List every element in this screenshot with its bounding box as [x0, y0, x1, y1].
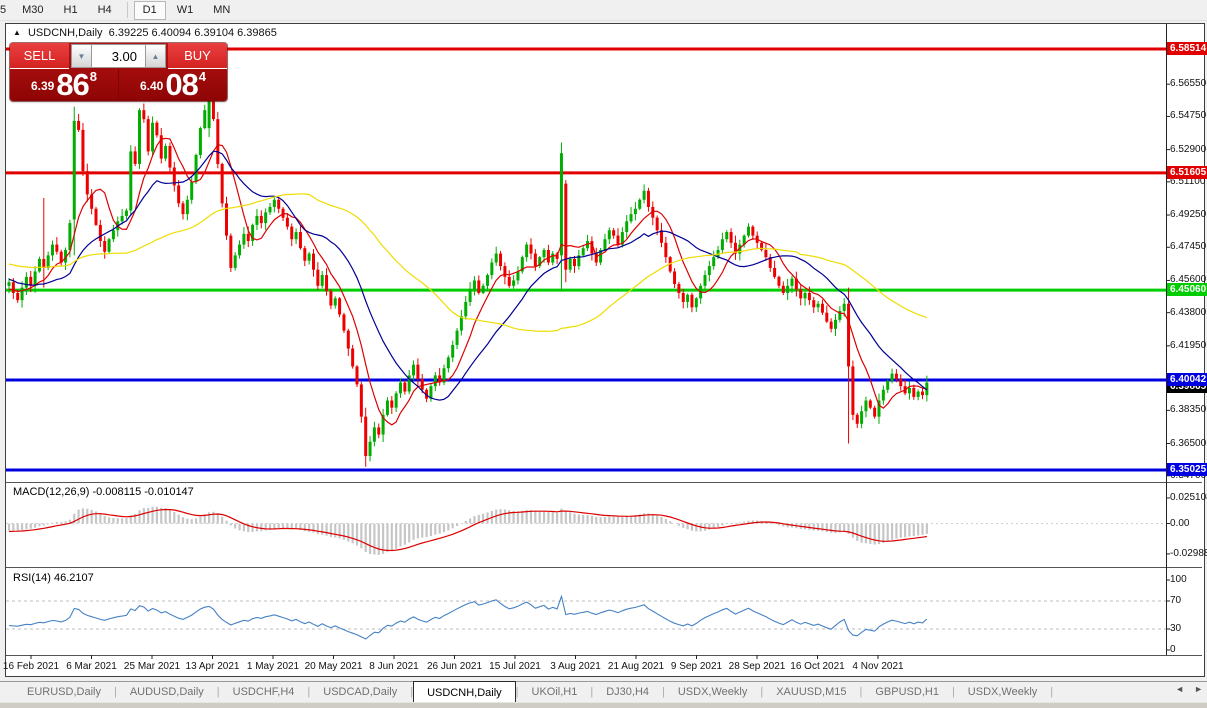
buy-button[interactable]: BUY [168, 43, 227, 69]
price-tick-label: 6.49250 [1170, 209, 1207, 220]
timeframe-button-mn[interactable]: MN [204, 1, 239, 20]
symbol-tab-bar: EURUSD,Daily|AUDUSD,Daily|USDCHF,H4|USDC… [0, 681, 1207, 702]
tab-usdcad-daily[interactable]: USDCAD,Daily [310, 682, 410, 702]
tab-scroll-arrows: ◄ ► [1175, 684, 1203, 694]
date-axis-label: 16 Feb 2021 [3, 661, 59, 672]
quote-symbol: USDCNH,Daily [28, 27, 103, 39]
date-axis-label: 4 Nov 2021 [852, 661, 903, 672]
macd-tick-label: -0.02988 [1170, 548, 1207, 559]
price-tick-label: 6.54750 [1170, 110, 1207, 121]
date-axis-label: 25 Mar 2021 [124, 661, 180, 672]
rsi-label: RSI(14) 46.2107 [13, 572, 94, 584]
macd-tick-label: 0.00 [1170, 518, 1207, 529]
rsi-tick-label: 70 [1170, 595, 1207, 606]
quote-title: ▲ USDCNH,Daily 6.39225 6.40094 6.39104 6… [13, 27, 277, 39]
timeframe-button-5[interactable]: 5 [0, 1, 11, 20]
tab-gbpusd-h1[interactable]: GBPUSD,H1 [862, 682, 952, 702]
rsi-tick-label: 30 [1170, 623, 1207, 634]
volume-stepper: ▼ 3.00 ▲ [71, 44, 166, 68]
price-tick-label: 6.47450 [1170, 241, 1207, 252]
date-axis-label: 20 May 2021 [305, 661, 363, 672]
level-price-badge: 6.40042 [1167, 373, 1207, 386]
buy-price[interactable]: 6.40 08 4 [119, 69, 227, 100]
tab-dj30-h4[interactable]: DJ30,H4 [593, 682, 662, 702]
price-tick-label: 6.43800 [1170, 307, 1207, 318]
date-axis-label: 1 May 2021 [247, 661, 299, 672]
tab-scroll-left-icon[interactable]: ◄ [1175, 684, 1184, 694]
date-axis-label: 8 Jun 2021 [369, 661, 419, 672]
sell-price[interactable]: 6.39 86 8 [10, 69, 119, 100]
volume-input[interactable]: 3.00 [92, 44, 145, 68]
macd-tick-label: 0.025108 [1170, 492, 1207, 503]
macd-label: MACD(12,26,9) -0.008115 -0.010147 [13, 486, 194, 498]
price-tick-label: 6.52900 [1170, 144, 1207, 155]
timeframe-button-h4[interactable]: H4 [89, 1, 121, 20]
tab-usdcnh-daily[interactable]: USDCNH,Daily [413, 681, 516, 702]
date-axis-label: 15 Jul 2021 [489, 661, 541, 672]
price-tick-label: 6.56550 [1170, 78, 1207, 89]
buy-price-small: 6.40 [140, 79, 163, 93]
tab-usdchf-h4[interactable]: USDCHF,H4 [220, 682, 308, 702]
chart-window: ▲ USDCNH,Daily 6.39225 6.40094 6.39104 6… [5, 23, 1205, 677]
date-axis-label: 13 Apr 2021 [186, 661, 240, 672]
level-price-badge: 6.51605 [1167, 166, 1207, 179]
buy-price-sup: 4 [199, 69, 206, 84]
date-axis-label: 26 Jun 2021 [427, 661, 482, 672]
timeframe-button-d1[interactable]: D1 [134, 1, 166, 20]
date-axis-label: 28 Sep 2021 [729, 661, 786, 672]
tab-scroll-right-icon[interactable]: ► [1194, 684, 1203, 694]
timeframe-button-w1[interactable]: W1 [168, 1, 203, 20]
price-tick-label: 6.38350 [1170, 404, 1207, 415]
tab-ukoil-h1[interactable]: UKOil,H1 [519, 682, 591, 702]
date-axis-label: 16 Oct 2021 [790, 661, 844, 672]
tab-xauusd-m15[interactable]: XAUUSD,M15 [763, 682, 859, 702]
level-price-badge: 6.45060 [1167, 283, 1207, 296]
price-tick-label: 6.41950 [1170, 340, 1207, 351]
tab-audusd-daily[interactable]: AUDUSD,Daily [117, 682, 217, 702]
rsi-tick-label: 100 [1170, 574, 1207, 585]
volume-decrease-button[interactable]: ▼ [71, 44, 92, 68]
sell-price-small: 6.39 [31, 79, 54, 93]
timeframe-toolbar: 5M30H1H4 D1W1MN [0, 0, 1207, 21]
timeframe-button-h1[interactable]: H1 [55, 1, 87, 20]
one-click-top-row: SELL ▼ 3.00 ▲ BUY [10, 43, 227, 69]
date-axis-label: 9 Sep 2021 [671, 661, 722, 672]
date-axis-label: 6 Mar 2021 [66, 661, 117, 672]
tab-usdx-weekly[interactable]: USDX,Weekly [665, 682, 760, 702]
level-price-badge: 6.58514 [1167, 42, 1207, 55]
date-axis-label: 21 Aug 2021 [608, 661, 664, 672]
tab-eurusd-daily[interactable]: EURUSD,Daily [14, 682, 114, 702]
chart-canvas[interactable] [6, 24, 1202, 674]
sell-price-big: 86 [56, 72, 88, 97]
level-price-badge: 6.35025 [1167, 463, 1207, 476]
rsi-tick-label: 0 [1170, 644, 1207, 655]
bottom-strip [0, 702, 1207, 708]
sell-button[interactable]: SELL [10, 43, 69, 69]
date-axis-label: 3 Aug 2021 [550, 661, 601, 672]
toolbar-separator [127, 2, 128, 18]
one-click-price-row: 6.39 86 8 6.40 08 4 [10, 69, 227, 100]
volume-increase-button[interactable]: ▲ [145, 44, 166, 68]
one-click-trading-panel: SELL ▼ 3.00 ▲ BUY 6.39 86 8 6.40 08 4 [10, 43, 227, 101]
sell-price-sup: 8 [90, 69, 97, 84]
buy-price-big: 08 [165, 72, 197, 97]
timeframe-button-m30[interactable]: M30 [13, 1, 52, 20]
quote-ohlc: 6.39225 6.40094 6.39104 6.39865 [109, 27, 277, 39]
tab-separator: | [1050, 682, 1053, 702]
price-tick-label: 6.36500 [1170, 438, 1207, 449]
tab-usdx-weekly[interactable]: USDX,Weekly [955, 682, 1050, 702]
up-triangle-icon: ▲ [13, 28, 21, 37]
